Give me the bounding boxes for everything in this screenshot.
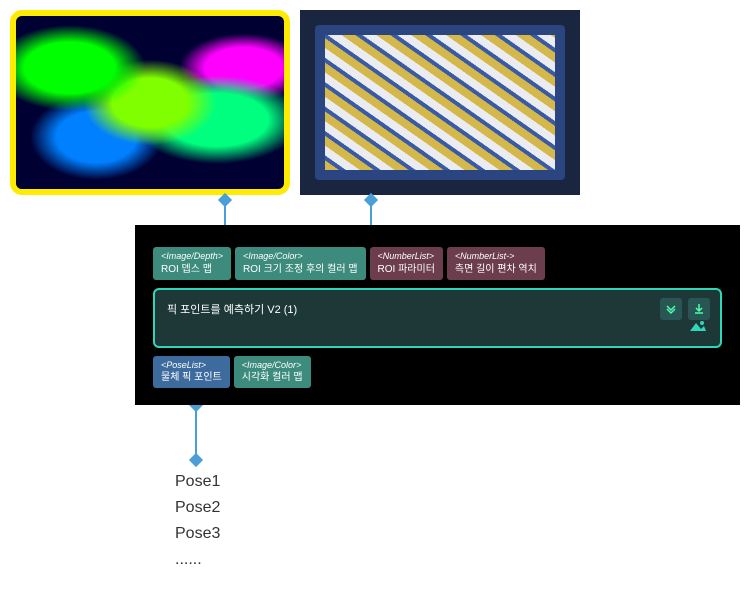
node-body[interactable]: 픽 포인트를 예측하기 V2 (1) xyxy=(153,288,722,348)
input-port-color[interactable]: <Image/Color> ROI 크기 조정 후의 컬러 맵 xyxy=(235,247,365,280)
output-ports-row: <PoseList> 물체 픽 포인트 <Image/Color> 시각화 컬러… xyxy=(153,356,722,389)
node-title: 픽 포인트를 예측하기 V2 (1) xyxy=(167,304,297,316)
input-port-threshold[interactable]: <NumberList-> 측면 길이 편차 역치 xyxy=(447,247,545,280)
pose-item: Pose1 xyxy=(175,470,220,494)
color-map-image xyxy=(300,10,580,195)
output-port-colormap[interactable]: <Image/Color> 시각화 컬러 맵 xyxy=(234,356,311,389)
pose-output-list: Pose1 Pose2 Pose3 ...... xyxy=(175,470,220,574)
pose-item: Pose3 xyxy=(175,522,220,546)
node-panel: <Image/Depth> ROI 뎁스 맵 <Image/Color> ROI… xyxy=(135,225,740,405)
connector-endpoint xyxy=(218,193,232,207)
visibility-icon[interactable] xyxy=(688,319,708,340)
depth-map-image xyxy=(10,10,290,195)
port-type: <Image/Color> xyxy=(242,360,303,372)
node-action-icons xyxy=(660,298,710,320)
port-type: <NumberList-> xyxy=(455,251,537,263)
port-type: <PoseList> xyxy=(161,360,222,372)
pose-item: Pose2 xyxy=(175,496,220,520)
pose-item: ...... xyxy=(175,548,220,572)
download-icon[interactable] xyxy=(688,298,710,320)
expand-down-icon[interactable] xyxy=(660,298,682,320)
port-label: ROI 크기 조정 후의 컬러 맵 xyxy=(243,263,357,276)
port-type: <NumberList> xyxy=(378,251,435,263)
connector-endpoint xyxy=(189,453,203,467)
port-label: 측면 길이 편차 역치 xyxy=(455,263,537,276)
port-label: ROI 뎁스 맵 xyxy=(161,263,223,276)
port-label: 시각화 컬러 맵 xyxy=(242,371,303,384)
output-port-poselist[interactable]: <PoseList> 물체 픽 포인트 xyxy=(153,356,230,389)
input-ports-row: <Image/Depth> ROI 뎁스 맵 <Image/Color> ROI… xyxy=(153,247,722,280)
port-label: ROI 파라미터 xyxy=(378,263,435,276)
port-type: <Image/Color> xyxy=(243,251,357,263)
port-type: <Image/Depth> xyxy=(161,251,223,263)
input-port-roi-param[interactable]: <NumberList> ROI 파라미터 xyxy=(370,247,443,280)
input-port-depth[interactable]: <Image/Depth> ROI 뎁스 맵 xyxy=(153,247,231,280)
connector-endpoint xyxy=(364,193,378,207)
port-label: 물체 픽 포인트 xyxy=(161,371,222,384)
